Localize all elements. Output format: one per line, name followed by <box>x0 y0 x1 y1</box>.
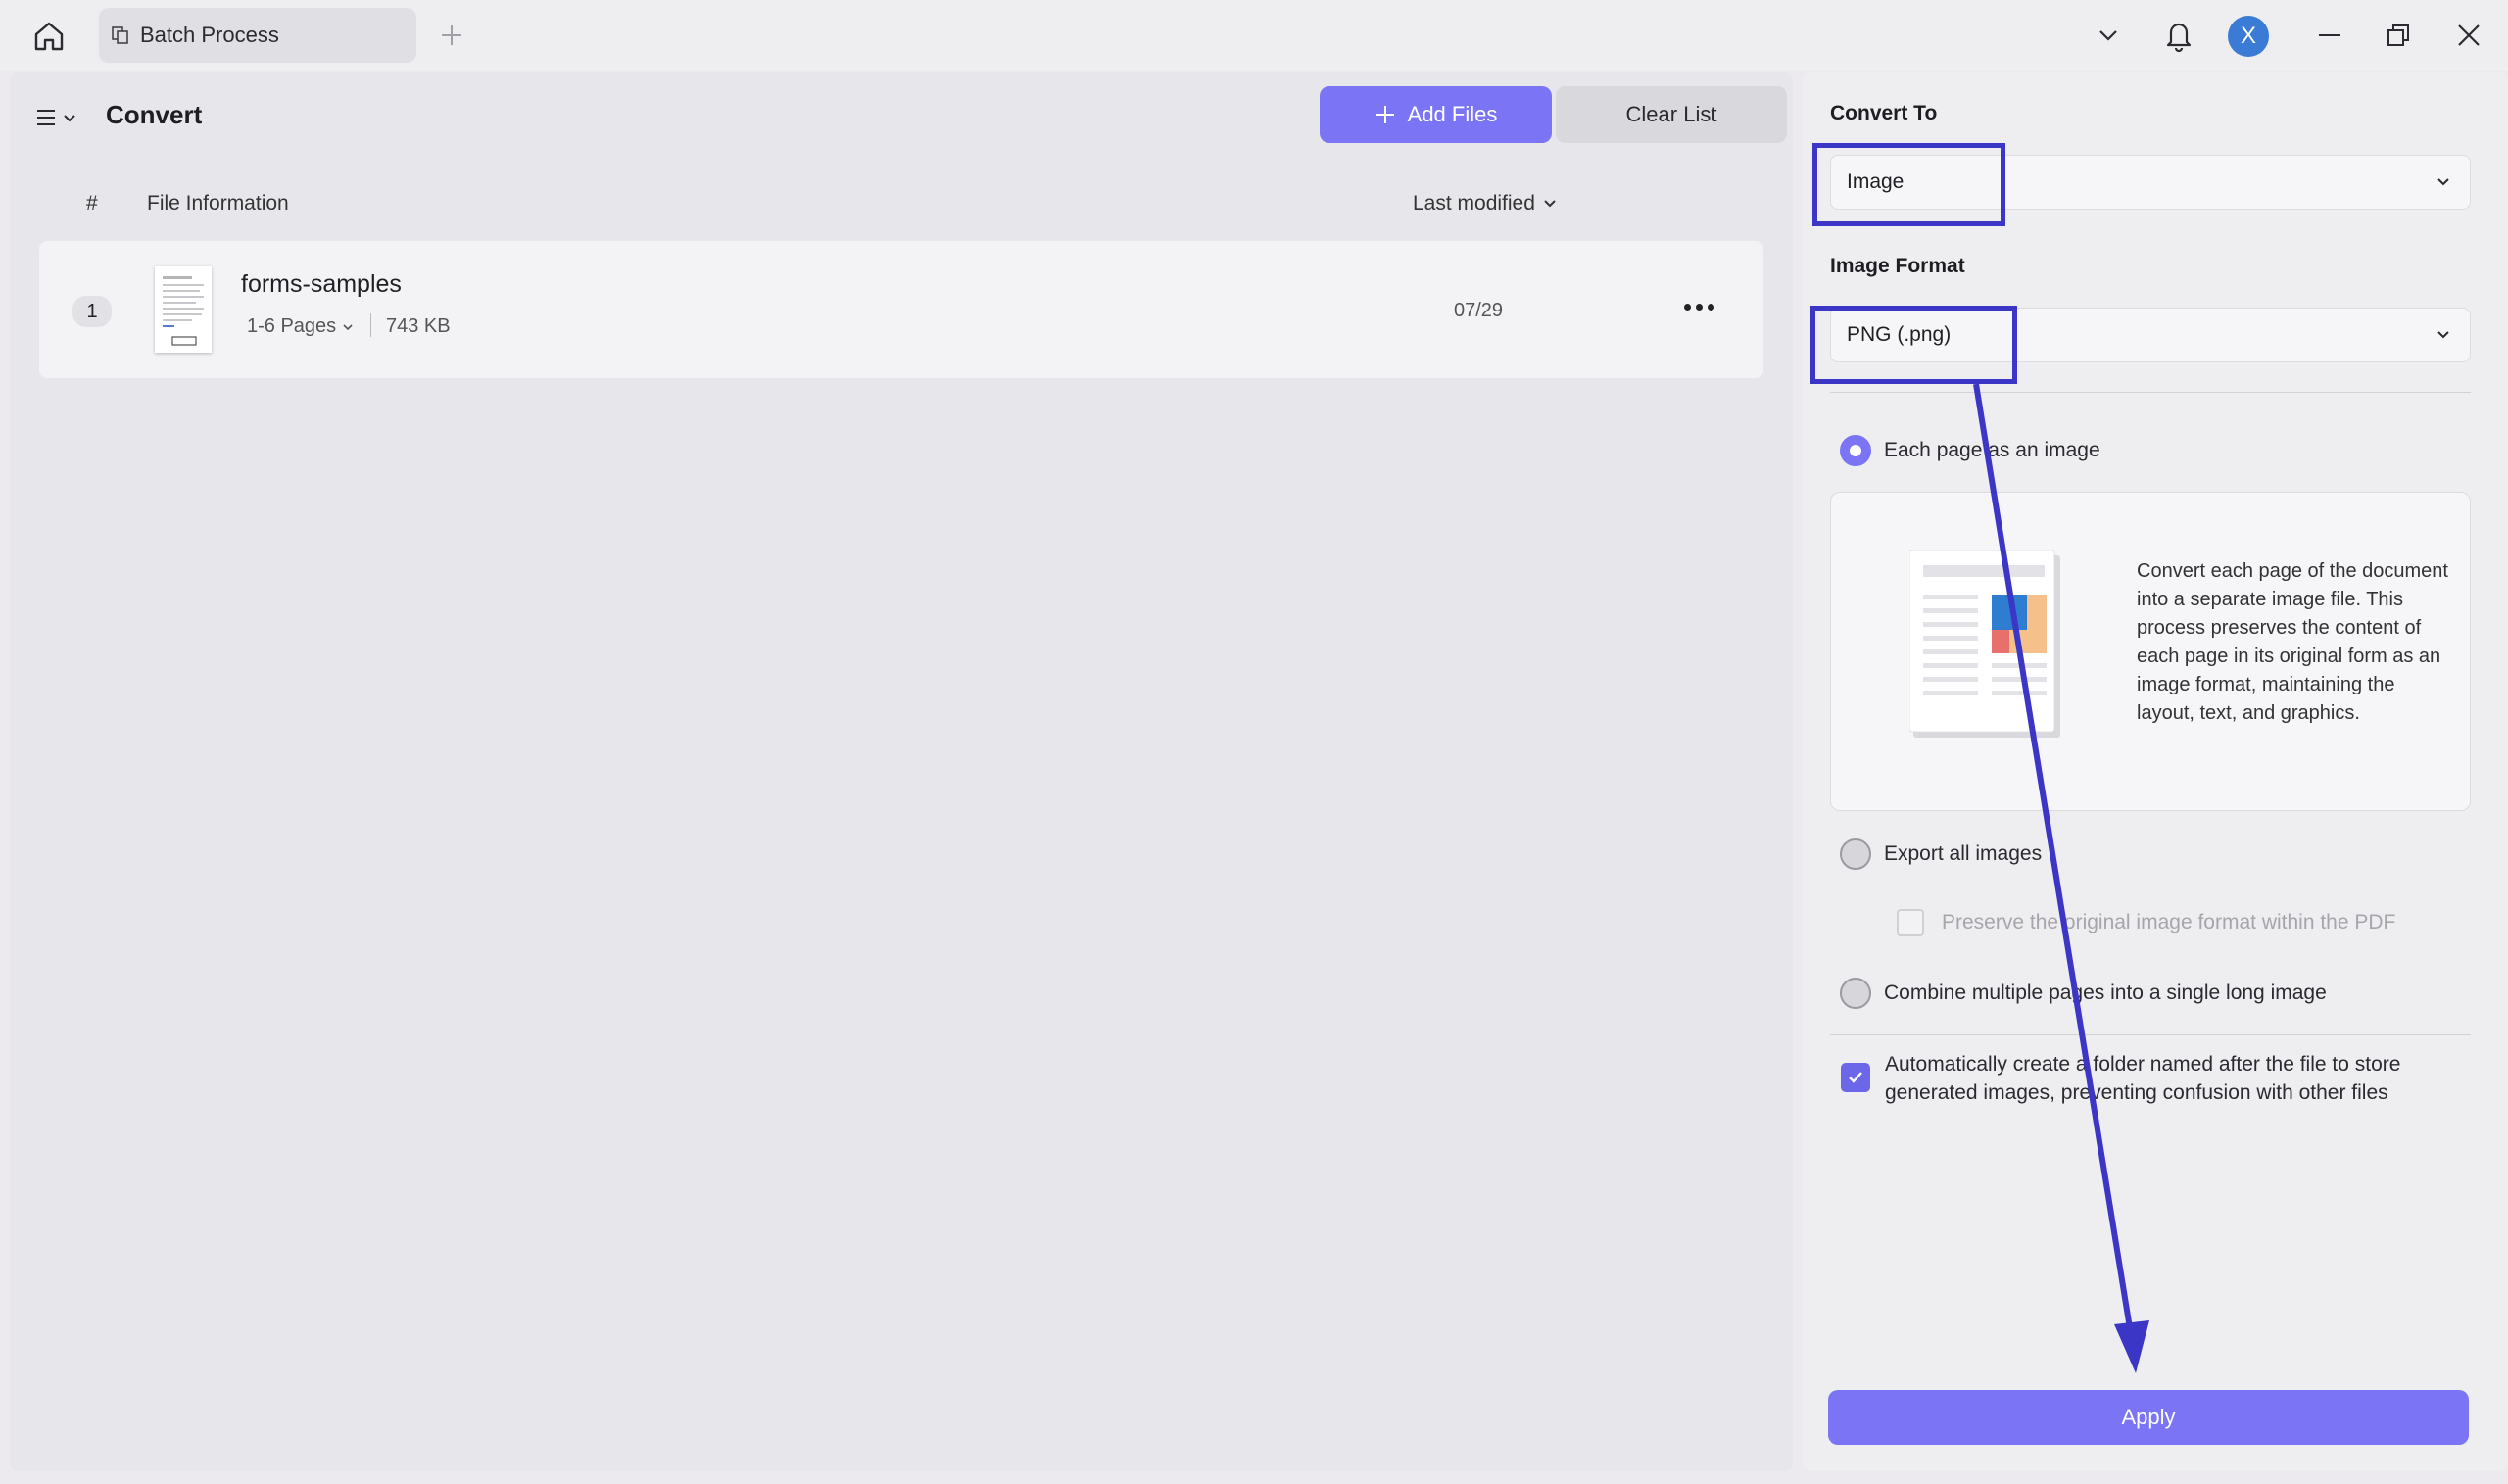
option-description-card: Convert each page of the document into a… <box>1830 492 2471 811</box>
dot <box>1696 304 1703 311</box>
dot <box>1684 304 1691 311</box>
file-size: 743 KB <box>386 315 451 338</box>
document-illustration <box>1909 550 2062 742</box>
plus-icon <box>440 24 463 47</box>
file-row[interactable]: 1 forms-samples 1-6 Pages 743 KB <box>39 241 1763 378</box>
add-files-label: Add Files <box>1408 102 1498 127</box>
sort-last-modified-button[interactable]: Last modified <box>1413 192 1557 215</box>
column-header-index: # <box>86 192 98 215</box>
minimize-icon <box>2316 22 2343 49</box>
column-header-last-modified: Last modified <box>1413 192 1535 215</box>
home-button[interactable] <box>29 18 69 55</box>
clear-list-button[interactable]: Clear List <box>1556 86 1787 143</box>
separator <box>370 313 371 337</box>
chevron-down-icon <box>63 111 76 124</box>
batch-icon <box>111 25 130 45</box>
chevron-down-icon <box>342 321 354 333</box>
divider <box>1830 1034 2471 1035</box>
restore-button[interactable] <box>2379 16 2418 55</box>
close-button[interactable] <box>2449 16 2488 55</box>
preserve-format-checkbox[interactable] <box>1897 909 1924 936</box>
preserve-format-label: Preserve the original image format withi… <box>1942 911 2395 934</box>
title-bar: Batch Process X <box>0 0 2508 71</box>
more-options-button[interactable] <box>1679 292 1718 321</box>
minimize-button[interactable] <box>2310 16 2349 55</box>
divider <box>1830 392 2471 393</box>
file-name: forms-samples <box>241 270 402 299</box>
plus-icon <box>1375 104 1396 125</box>
radio-export-all[interactable] <box>1840 838 1871 870</box>
hamburger-icon <box>35 106 57 129</box>
new-tab-button[interactable] <box>437 20 466 51</box>
chevron-down-icon <box>2435 173 2452 191</box>
page-title: Convert <box>106 100 202 130</box>
row-index: 1 <box>72 296 112 327</box>
image-format-label: Image Format <box>1830 255 1965 278</box>
combine-label: Combine multiple pages into a single lon… <box>1884 981 2327 1005</box>
dot <box>1708 304 1714 311</box>
chevron-down-icon <box>2435 326 2452 344</box>
highlight-convert-to <box>1812 143 2005 226</box>
page-range-dropdown[interactable]: 1-6 Pages <box>247 315 354 338</box>
auto-folder-checkbox[interactable] <box>1841 1063 1870 1092</box>
notifications-button[interactable] <box>2159 16 2198 55</box>
bell-icon <box>2163 19 2194 52</box>
each-page-label: Each page as an image <box>1884 439 2100 462</box>
chevron-down-icon <box>1543 197 1557 211</box>
column-header-file-info: File Information <box>147 192 289 215</box>
page-range-label: 1-6 Pages <box>247 315 336 338</box>
convert-file-list-panel: Convert Add Files Clear List # File Info… <box>10 72 1793 1471</box>
home-icon <box>31 19 67 54</box>
user-avatar[interactable]: X <box>2228 16 2269 57</box>
restore-icon <box>2385 22 2412 49</box>
tab-batch-process[interactable]: Batch Process <box>99 8 416 63</box>
close-icon <box>2455 22 2483 49</box>
tab-label: Batch Process <box>140 23 279 48</box>
file-thumbnail <box>155 266 212 353</box>
file-date: 07/29 <box>1454 300 1503 322</box>
highlight-image-format <box>1810 306 2017 384</box>
option-description: Convert each page of the document into a… <box>2137 557 2454 728</box>
tabs-dropdown-button[interactable] <box>2091 16 2126 55</box>
apply-button[interactable]: Apply <box>1828 1390 2469 1445</box>
radio-combine[interactable] <box>1840 978 1871 1009</box>
add-files-button[interactable]: Add Files <box>1320 86 1552 143</box>
convert-to-label: Convert To <box>1830 102 1937 125</box>
export-all-label: Export all images <box>1884 842 2042 866</box>
menu-button[interactable] <box>35 100 90 135</box>
chevron-down-icon <box>2097 24 2120 47</box>
auto-folder-label: Automatically create a folder named afte… <box>1885 1050 2443 1107</box>
radio-each-page[interactable] <box>1840 435 1871 466</box>
convert-settings-panel: Convert To Image Image Format PNG (.png)… <box>1803 72 2508 1471</box>
checkmark-icon <box>1846 1068 1865 1087</box>
